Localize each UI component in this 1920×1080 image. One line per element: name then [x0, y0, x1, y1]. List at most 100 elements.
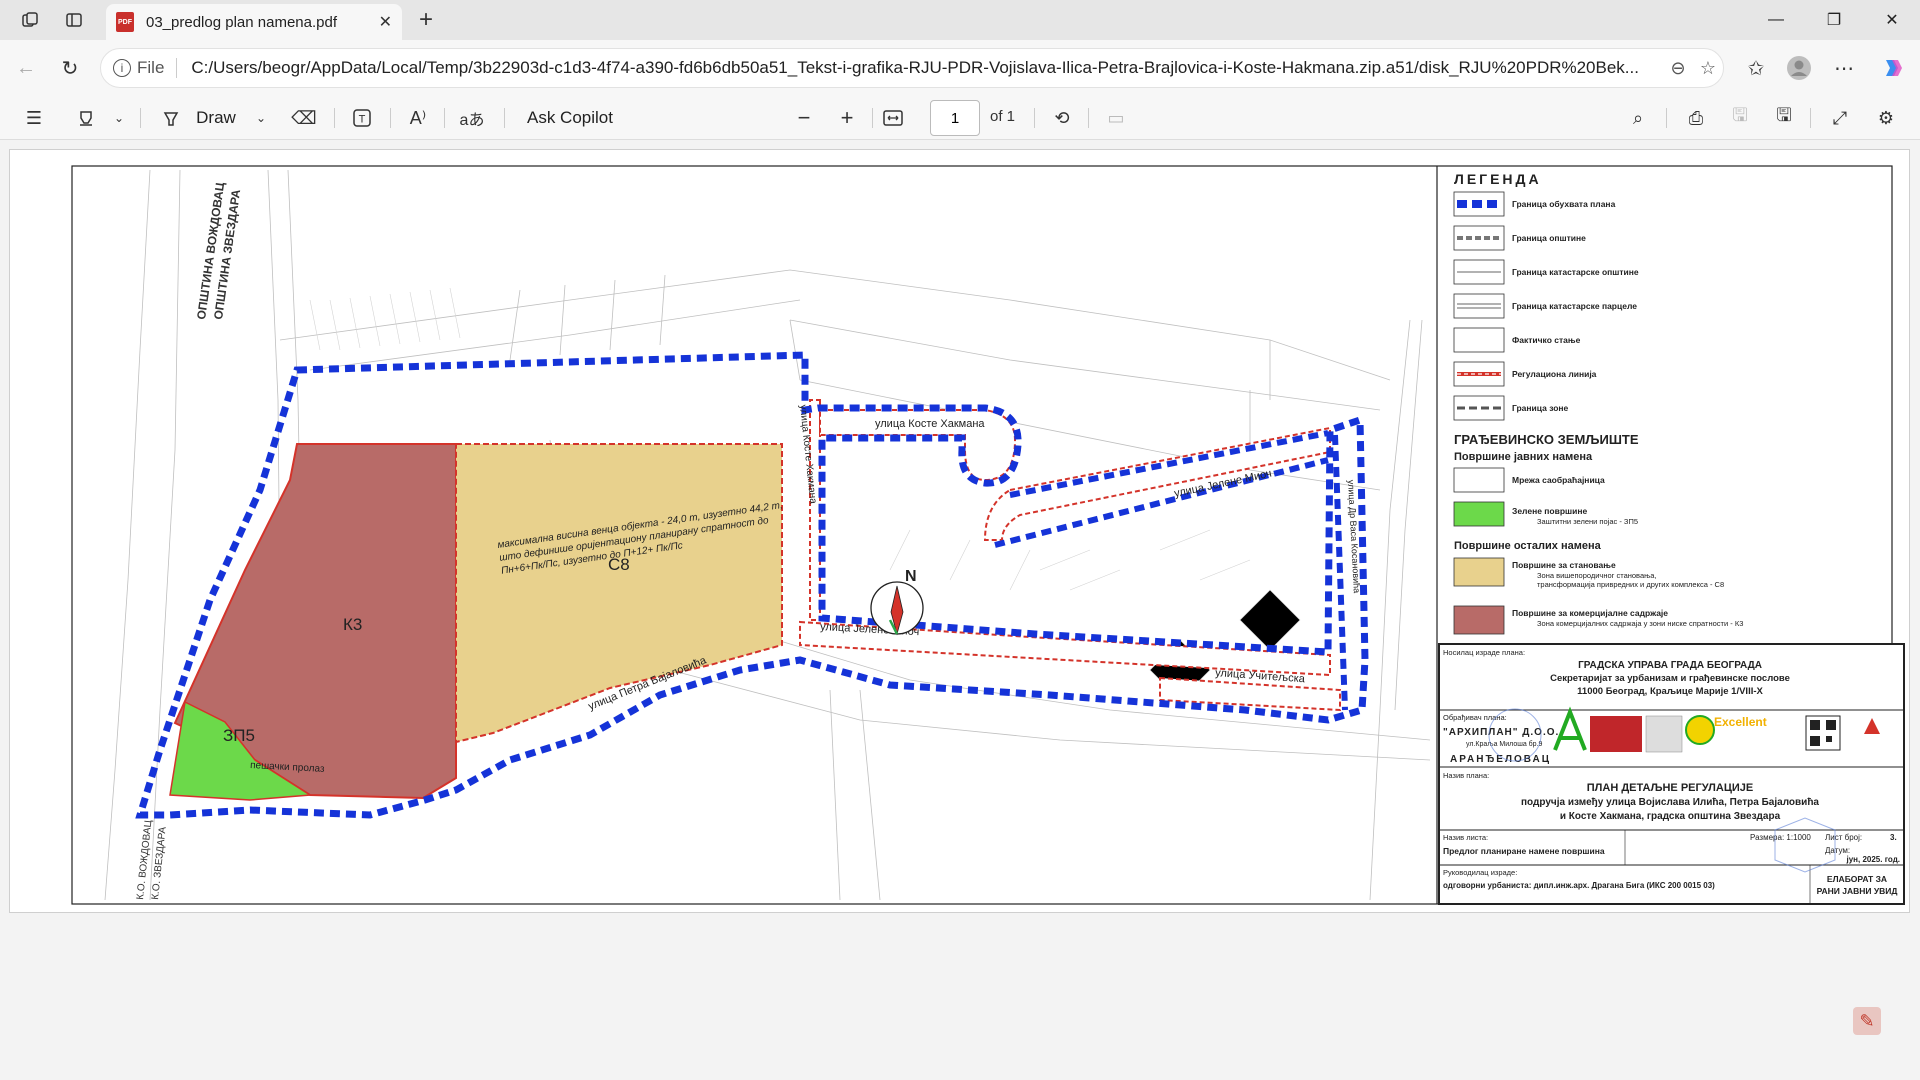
plan-name-label: Назив плана:	[1443, 771, 1489, 780]
highlight-icon[interactable]	[72, 104, 100, 132]
legend-other-item-1-sub1: Зона вишепородичног становања,	[1537, 571, 1656, 580]
zoom-icon[interactable]: ⊖	[1663, 58, 1693, 79]
restore-icon[interactable]: ❐	[1814, 6, 1854, 34]
close-window-icon[interactable]: ✕	[1872, 6, 1912, 34]
tab-pdf[interactable]: PDF 03_predlog plan namena.pdf ✕	[106, 4, 402, 40]
plan-name-2: подручја између улица Војислава Илића, П…	[1521, 796, 1819, 808]
tab-title: 03_predlog plan namena.pdf	[146, 13, 337, 31]
draw-dropdown-icon[interactable]: ⌄	[252, 104, 270, 132]
eraser-icon[interactable]: ⌫	[290, 104, 318, 132]
page-number-input[interactable]: 1	[930, 100, 980, 136]
back-icon[interactable]: ←	[12, 54, 40, 82]
highlight-dropdown-icon[interactable]: ⌄	[110, 104, 128, 132]
sheet-name: Предлог планиране намене површина	[1443, 846, 1605, 856]
read-aloud-icon[interactable]: A⁾	[404, 104, 432, 132]
svg-text:T: T	[359, 114, 366, 126]
contents-icon[interactable]: ☰	[20, 104, 48, 132]
title-block: Носилац израде плана: ГРАДСКА УПРАВА ГРА…	[1438, 643, 1905, 905]
legend-swatch-actual	[1453, 327, 1505, 353]
favorites-icon[interactable]: ✩	[1742, 54, 1770, 82]
refresh-icon[interactable]: ↻	[56, 54, 84, 82]
legend-other-title: Површине осталих намена	[1454, 540, 1602, 552]
legend-swatch-green	[1453, 501, 1505, 527]
plan-boundary-east	[1332, 434, 1348, 711]
scale-label: Размера: 1:1000	[1750, 833, 1811, 842]
sheet-number: 3.	[1890, 833, 1897, 842]
street-label-koste-hakmana: улица Косте Хакмана	[875, 418, 985, 430]
legend-public-item-1: Мрежа саобраћајница	[1512, 475, 1605, 485]
legend-item-3: Граница катастарске општине	[1512, 267, 1639, 277]
translate-icon[interactable]: aあ	[458, 104, 486, 132]
legend-title: ЛЕГЕНДА	[1454, 171, 1542, 187]
maker-name: "АРХИПЛАН" Д.О.О.	[1443, 727, 1559, 738]
url-field[interactable]: i File C:/Users/beogr/AppData/Local/Temp…	[100, 48, 1724, 88]
legend-other-item-1-sub2: трансформација привредних и других компл…	[1537, 580, 1724, 589]
tab-actions-icon[interactable]	[62, 8, 86, 32]
legend-public-item-2: Зелене површине	[1512, 506, 1587, 516]
text-box-icon[interactable]: T	[348, 104, 376, 132]
profile-avatar-icon[interactable]	[1785, 54, 1813, 82]
page-count: of 1	[990, 108, 1016, 125]
close-tab-icon[interactable]: ✕	[379, 12, 392, 32]
page-number: 1	[950, 109, 960, 127]
legend-item-7: Граница зоне	[1512, 403, 1569, 413]
minimize-icon[interactable]: —	[1756, 6, 1796, 34]
ask-copilot-button[interactable]: Ask Copilot	[520, 104, 620, 132]
draw-button[interactable]: Draw	[194, 104, 238, 132]
legend-other-item-1: Површине за становање	[1512, 560, 1616, 570]
pdf-page: ОПШТИНА ВОЖДОВАЦ ОПШТИНА ЗВЕЗДАРА К.О. В…	[9, 149, 1910, 913]
legend: ЛЕГЕНДА Граница обухвата плана Граница о…	[1453, 171, 1743, 635]
more-menu-icon[interactable]: ⋯	[1830, 54, 1858, 82]
maker-label: Обрађивач плана:	[1443, 713, 1507, 722]
leader-name: одговорни урбаниста: дипл.инж.арх. Драга…	[1443, 881, 1715, 890]
zone-label-zp5: ЗП5	[223, 726, 255, 745]
legend-public-title: Површине јавних намена	[1454, 451, 1593, 463]
acrobat-icon[interactable]: ✎	[1853, 1007, 1881, 1035]
plan-name-1: ПЛАН ДЕТАЉНЕ РЕГУЛАЦИЈЕ	[1587, 782, 1753, 794]
save-as-icon[interactable]: 🖫	[1770, 104, 1798, 132]
workspaces-icon[interactable]	[18, 8, 42, 32]
plan-name-3: и Косте Хакмана, градска општина Звездар…	[1560, 811, 1781, 822]
pdf-file-icon: PDF	[116, 12, 134, 32]
legend-public-item-2-sub: Заштитни зелени појас - ЗП5	[1537, 517, 1638, 526]
url-text[interactable]: C:/Users/beogr/AppData/Local/Temp/3b2290…	[191, 58, 1663, 78]
url-scheme-label: File	[137, 58, 178, 78]
legend-item-2: Граница општине	[1512, 233, 1586, 243]
legend-item-4: Граница катастарске парцеле	[1512, 301, 1637, 311]
legend-item-5: Фактичко стање	[1512, 335, 1581, 345]
page-view-icon[interactable]: ▭	[1102, 104, 1130, 132]
sheet-label: Назив листа:	[1443, 833, 1488, 842]
search-icon[interactable]: ⌕	[1624, 104, 1652, 132]
holder-line-3: 11000 Београд, Краљице Марије 1/VIII-X	[1577, 686, 1763, 697]
legend-swatch-residential	[1453, 557, 1505, 587]
maker-city: АРАНЂЕЛОВАЦ	[1450, 754, 1551, 765]
draw-label: Draw	[196, 108, 236, 127]
pdf-viewer[interactable]: ОПШТИНА ВОЖДОВАЦ ОПШТИНА ЗВЕЗДАРА К.О. В…	[0, 141, 1920, 1080]
cadastral-label-zvezdara: К.О. ЗВЕЗДАРА	[150, 826, 169, 900]
favorite-star-icon[interactable]: ☆	[1693, 58, 1723, 79]
north-label: N	[905, 568, 917, 585]
rotate-icon[interactable]: ⟲	[1048, 104, 1076, 132]
legend-item-6: Регулациона линија	[1512, 369, 1597, 379]
draw-icon[interactable]	[156, 104, 186, 132]
zoom-in-icon[interactable]: +	[833, 104, 861, 132]
holder-label: Носилац израде плана:	[1443, 648, 1525, 657]
save-icon[interactable]: 🖫	[1726, 104, 1754, 132]
ask-copilot-label: Ask Copilot	[527, 108, 613, 127]
legend-other-item-2: Површине за комерцијалне садржаје	[1512, 608, 1668, 618]
phase-line-1: ЕЛАБОРАТ ЗА	[1827, 874, 1887, 884]
maker-address: ул.Краља Милоша бр.9	[1466, 740, 1543, 748]
copilot-icon[interactable]	[1878, 54, 1906, 82]
new-tab-icon[interactable]: +	[414, 6, 438, 33]
fullscreen-icon[interactable]: ⤢	[1826, 104, 1854, 132]
print-icon[interactable]: ⎙	[1682, 104, 1710, 132]
info-icon[interactable]: i	[113, 59, 131, 77]
phase-line-2: РАНИ ЈАВНИ УВИД	[1817, 886, 1898, 896]
date-label: Датум:	[1825, 846, 1850, 855]
north-arrow-icon: N	[870, 568, 924, 636]
legend-section-title: ГРАЂЕВИНСКО ЗЕМЉИШТЕ	[1454, 432, 1639, 447]
zoom-out-icon[interactable]: −	[790, 104, 818, 132]
fit-width-icon[interactable]	[879, 104, 907, 132]
legend-item-1: Граница обухвата плана	[1512, 199, 1616, 209]
settings-gear-icon[interactable]: ⚙	[1872, 104, 1900, 132]
